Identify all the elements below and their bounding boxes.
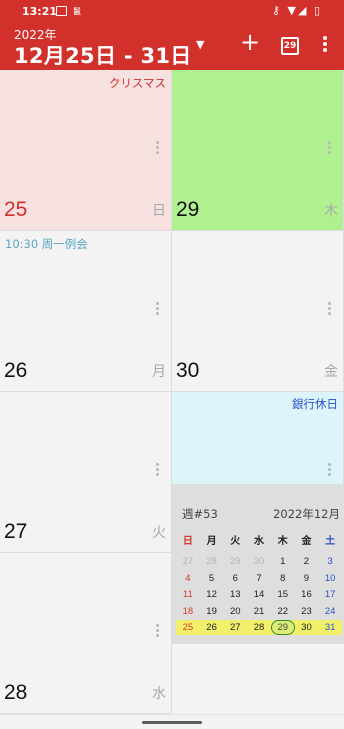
weekday-header: 火 (230, 536, 241, 547)
mini-calendar-day[interactable]: 27 (176, 554, 200, 569)
day-number: 30 (176, 359, 200, 382)
chevron-down-icon[interactable]: ▼ (196, 38, 204, 51)
mini-calendar-header-row: 日月火水木金土 (176, 534, 342, 549)
app-notification-icon: 鬣 (73, 7, 81, 16)
mini-calendar-day[interactable]: 27 (223, 620, 247, 635)
day-number: 25 (4, 198, 28, 221)
day-of-week-label: 月 (152, 364, 166, 380)
day-number: 26 (4, 359, 28, 382)
mini-calendar[interactable]: 週#53 2022年12月 日月火水木金土 27 28 29 30 1 2 3 4 5 6 7 8 9 10… (172, 484, 344, 644)
mini-calendar-day[interactable]: 1 (271, 554, 295, 569)
status-bar: 13:21 鬣 ⚷ ▼◢ ▯ (0, 0, 344, 24)
mini-calendar-day[interactable]: 13 (223, 587, 247, 602)
mini-calendar-day[interactable]: 14 (247, 587, 271, 602)
mini-calendar-day[interactable]: 5 (200, 571, 224, 586)
mini-calendar-day[interactable]: 20 (223, 604, 247, 619)
day-of-week-label: 日 (152, 203, 166, 219)
mini-calendar-day[interactable]: 25 (176, 620, 200, 635)
mini-calendar-day[interactable]: 6 (223, 571, 247, 586)
mini-calendar-day[interactable]: 4 (176, 571, 200, 586)
mini-calendar-month: 2022年12月 (273, 507, 340, 521)
mini-calendar-day[interactable]: 16 (295, 587, 319, 602)
event-label[interactable]: 10:30 周一例会 (5, 236, 88, 252)
more-vert-icon[interactable] (328, 463, 331, 478)
mini-calendar-day[interactable]: 26 (200, 620, 224, 635)
day-number: 28 (4, 681, 28, 704)
weekday-header: 土 (325, 536, 336, 547)
mini-calendar-day[interactable]: 10 (318, 571, 342, 586)
mini-calendar-day[interactable]: 18 (176, 604, 200, 619)
day-cell-30[interactable]: 30 金 (172, 231, 344, 392)
mini-calendar-week-row[interactable]: 25 26 27 28 29 30 31 (176, 620, 342, 635)
day-of-week-label: 火 (152, 525, 166, 541)
day-cell-28[interactable]: 28 水 (0, 553, 172, 714)
more-vert-icon[interactable] (156, 463, 159, 478)
mini-calendar-day[interactable]: 3 (318, 554, 342, 569)
more-vert-icon[interactable] (156, 141, 159, 156)
day-of-week-label: 金 (324, 364, 338, 380)
mini-calendar-week-row[interactable]: 27 28 29 30 1 2 3 (176, 554, 342, 569)
more-vert-icon[interactable] (156, 302, 159, 317)
mini-calendar-day[interactable]: 11 (176, 587, 200, 602)
mini-calendar-day[interactable]: 23 (295, 604, 319, 619)
mini-calendar-day[interactable]: 31 (318, 620, 342, 635)
more-vert-icon[interactable] (318, 34, 332, 58)
day-cell-27[interactable]: 27 火 (0, 392, 172, 553)
weekday-header: 金 (301, 536, 312, 547)
header-date-range[interactable]: 12月25日 - 31日 (14, 40, 192, 70)
event-label[interactable]: 銀行休日 (292, 396, 338, 412)
today-calendar-icon[interactable]: 29 (281, 37, 299, 55)
day-of-week-label: 木 (324, 203, 338, 219)
navigation-bar (0, 714, 344, 729)
mini-calendar-day[interactable]: 19 (200, 604, 224, 619)
mini-calendar-day[interactable]: 17 (318, 587, 342, 602)
mini-calendar-week-row[interactable]: 18 19 20 21 22 23 24 (176, 604, 342, 619)
mini-calendar-week-number: 週#53 (182, 507, 218, 521)
mini-calendar-day[interactable]: 22 (271, 604, 295, 619)
event-label[interactable]: クリスマス (109, 75, 166, 91)
weekday-header: 日 (182, 536, 193, 547)
mini-calendar-day[interactable]: 30 (295, 620, 319, 635)
day-cell-26[interactable]: 10:30 周一例会 26 月 (0, 231, 172, 392)
mini-calendar-day[interactable]: 29 (270, 620, 295, 635)
day-of-week-label: 水 (152, 686, 166, 702)
mini-calendar-day[interactable]: 21 (247, 604, 271, 619)
day-cell-29[interactable]: 29 木 (172, 70, 344, 231)
day-number: 29 (176, 198, 200, 221)
add-icon[interactable]: + (240, 30, 260, 54)
screenshot-notification-icon (56, 6, 67, 16)
mini-calendar-week-row[interactable]: 11 12 13 14 15 16 17 (176, 587, 342, 602)
day-number: 27 (4, 520, 28, 543)
mini-calendar-week-row[interactable]: 4 5 6 7 8 9 10 (176, 571, 342, 586)
mini-calendar-day[interactable]: 28 (200, 554, 224, 569)
more-vert-icon[interactable] (156, 624, 159, 639)
weekday-header: 木 (277, 536, 288, 547)
weekday-header: 水 (254, 536, 265, 547)
weekday-header: 月 (206, 536, 217, 547)
mini-calendar-day[interactable]: 15 (271, 587, 295, 602)
mini-calendar-day[interactable]: 24 (318, 604, 342, 619)
mini-calendar-day[interactable]: 9 (295, 571, 319, 586)
status-time: 13:21 (22, 5, 58, 18)
day-cell-25[interactable]: クリスマス 25 日 (0, 70, 172, 231)
mini-calendar-day[interactable]: 2 (295, 554, 319, 569)
status-right-icons: ⚷ ▼◢ ▯ (271, 4, 322, 17)
mini-calendar-day[interactable]: 29 (223, 554, 247, 569)
home-gesture-handle[interactable] (142, 721, 202, 724)
more-vert-icon[interactable] (328, 141, 331, 156)
mini-calendar-day[interactable]: 8 (271, 571, 295, 586)
mini-calendar-day[interactable]: 12 (200, 587, 224, 602)
mini-calendar-day[interactable]: 7 (247, 571, 271, 586)
more-vert-icon[interactable] (328, 302, 331, 317)
mini-calendar-day[interactable]: 30 (247, 554, 271, 569)
mini-calendar-day[interactable]: 28 (247, 620, 271, 635)
app-bar: 2022年 12月25日 - 31日 ▼ + 29 (0, 24, 344, 70)
